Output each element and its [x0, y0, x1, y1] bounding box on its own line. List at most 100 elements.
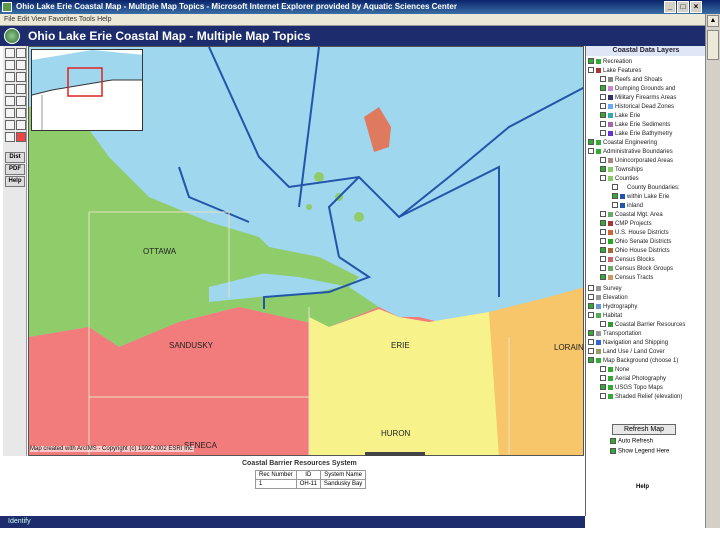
- clear-icon[interactable]: [16, 132, 26, 142]
- layer-item[interactable]: CMP Projects: [600, 220, 652, 228]
- layer-item[interactable]: Dumping Grounds and: [600, 85, 675, 93]
- layer-item[interactable]: Ohio House Districts: [600, 247, 670, 255]
- layer-checkbox[interactable]: [600, 393, 606, 400]
- minimize-button[interactable]: _: [664, 1, 676, 13]
- vertical-scrollbar[interactable]: ▲: [705, 14, 720, 528]
- layer-checkbox[interactable]: [600, 274, 606, 281]
- layer-checkbox[interactable]: [600, 211, 606, 218]
- query-icon[interactable]: [5, 108, 15, 118]
- layer-checkbox[interactable]: [612, 193, 618, 200]
- layer-item[interactable]: Survey: [588, 285, 622, 293]
- layer-checkbox[interactable]: [588, 348, 594, 355]
- layer-checkbox[interactable]: [600, 85, 606, 92]
- auto-refresh-checkbox[interactable]: [610, 438, 616, 444]
- layer-checkbox[interactable]: [600, 166, 606, 173]
- forward-icon[interactable]: [16, 84, 26, 94]
- layer-checkbox[interactable]: [600, 103, 606, 110]
- zoom-out-icon[interactable]: [16, 60, 26, 70]
- show-legend-checkbox[interactable]: [610, 448, 616, 454]
- layer-item[interactable]: Unincorporated Areas: [600, 157, 673, 165]
- layer-checkbox[interactable]: [600, 94, 606, 101]
- close-button[interactable]: ×: [690, 1, 702, 13]
- layer-item[interactable]: Shaded Relief (elevation): [600, 393, 682, 401]
- layer-item[interactable]: Navigation and Shipping: [588, 339, 668, 347]
- layer-item[interactable]: Coastal Barrier Resources: [600, 321, 685, 329]
- layer-item[interactable]: Reefs and Shoals: [600, 76, 662, 84]
- back-icon[interactable]: [5, 84, 15, 94]
- menu-bar[interactable]: File Edit View Favorites Tools Help: [0, 14, 720, 26]
- layer-item[interactable]: Census Tracts: [600, 274, 653, 282]
- dist-button[interactable]: Dist: [5, 152, 25, 163]
- layer-item[interactable]: Transportation: [588, 330, 641, 338]
- select-icon[interactable]: [16, 96, 26, 106]
- layer-item[interactable]: Lake Features: [588, 67, 641, 75]
- layer-item[interactable]: Counties: [600, 175, 639, 183]
- layer-item[interactable]: U.S. House Districts: [600, 229, 669, 237]
- layer-checkbox[interactable]: [600, 265, 606, 272]
- table-row[interactable]: 1 OH-11 Sandusky Bay: [255, 479, 367, 489]
- help-button[interactable]: Help: [5, 176, 25, 187]
- layer-checkbox[interactable]: [600, 229, 606, 236]
- layer-item[interactable]: Lake Erie Bathymetry: [600, 130, 672, 138]
- show-legend-option[interactable]: Show Legend Here: [610, 448, 669, 455]
- layer-checkbox[interactable]: [588, 139, 594, 146]
- layer-item[interactable]: USGS Topo Maps: [600, 384, 663, 392]
- layer-item[interactable]: Administrative Boundaries: [588, 148, 673, 156]
- layer-item[interactable]: Map Background (choose 1): [588, 357, 678, 365]
- pan-icon[interactable]: [5, 72, 15, 82]
- layer-icon[interactable]: [5, 48, 15, 58]
- layer-checkbox[interactable]: [600, 76, 606, 83]
- layer-item[interactable]: None: [600, 366, 629, 374]
- layer-item[interactable]: County Boundaries:: [612, 184, 680, 192]
- layer-checkbox[interactable]: [600, 220, 606, 227]
- layer-item[interactable]: Coastal Mgt. Area: [600, 211, 663, 219]
- layer-checkbox[interactable]: [588, 312, 594, 319]
- layer-checkbox[interactable]: [600, 247, 606, 254]
- layer-checkbox[interactable]: [600, 130, 606, 137]
- identify-icon[interactable]: [5, 96, 15, 106]
- layer-checkbox[interactable]: [600, 157, 606, 164]
- layer-checkbox[interactable]: [600, 366, 606, 373]
- layer-item[interactable]: Coastal Engineering: [588, 139, 657, 147]
- layer-item[interactable]: Land Use / Land Cover: [588, 348, 665, 356]
- layer-checkbox[interactable]: [600, 121, 606, 128]
- layer-checkbox[interactable]: [612, 184, 618, 191]
- layer-item[interactable]: Hydrography: [588, 303, 637, 311]
- pdf-button[interactable]: PDF: [5, 164, 25, 175]
- layer-item[interactable]: Habitat: [588, 312, 622, 320]
- layer-checkbox[interactable]: [588, 285, 594, 292]
- layer-checkbox[interactable]: [600, 384, 606, 391]
- measure-icon[interactable]: [5, 120, 15, 130]
- print-icon[interactable]: [5, 132, 15, 142]
- layer-item[interactable]: inland: [612, 202, 643, 210]
- auto-refresh-option[interactable]: Auto Refresh: [610, 438, 653, 445]
- layer-checkbox[interactable]: [588, 67, 594, 74]
- overview-map[interactable]: [31, 49, 143, 131]
- fullextent-icon[interactable]: [16, 48, 26, 58]
- refresh-map-button[interactable]: Refresh Map: [612, 424, 676, 435]
- buffer-icon[interactable]: [16, 120, 26, 130]
- layer-checkbox[interactable]: [588, 303, 594, 310]
- zoom-prev-icon[interactable]: [16, 72, 26, 82]
- layer-item[interactable]: Census Blocks: [600, 256, 655, 264]
- layer-checkbox[interactable]: [588, 330, 594, 337]
- layer-checkbox[interactable]: [588, 357, 594, 364]
- layer-item[interactable]: Townships: [600, 166, 643, 174]
- layer-checkbox[interactable]: [588, 339, 594, 346]
- layer-item[interactable]: Ohio Senate Districts: [600, 238, 671, 246]
- layer-item[interactable]: Elevation: [588, 294, 628, 302]
- layer-item[interactable]: Census Block Groups: [600, 265, 673, 273]
- layer-checkbox[interactable]: [600, 321, 606, 328]
- zoom-in-icon[interactable]: [5, 60, 15, 70]
- layer-item[interactable]: within Lake Erie: [612, 193, 669, 201]
- layer-checkbox[interactable]: [600, 375, 606, 382]
- layers-help-link[interactable]: Help: [636, 484, 649, 490]
- layer-item[interactable]: Recreation: [588, 58, 632, 66]
- find-icon[interactable]: [16, 108, 26, 118]
- scroll-up-icon[interactable]: ▲: [707, 15, 719, 27]
- layer-checkbox[interactable]: [600, 238, 606, 245]
- layer-item[interactable]: Lake Erie: [600, 112, 640, 120]
- maximize-button[interactable]: □: [677, 1, 689, 13]
- layer-checkbox[interactable]: [588, 294, 594, 301]
- layer-item[interactable]: Military Firearms Areas: [600, 94, 676, 102]
